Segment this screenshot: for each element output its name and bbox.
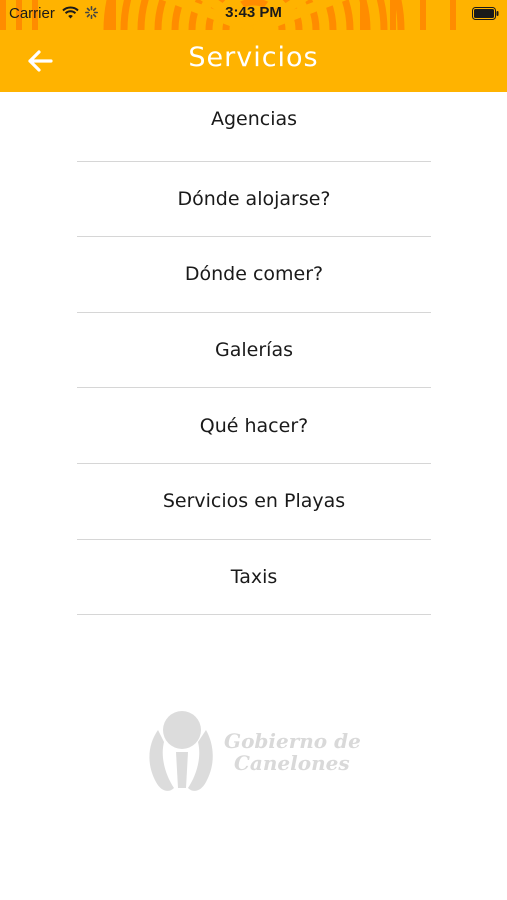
list-item-taxis[interactable]: Taxis	[77, 540, 431, 616]
page-title: Servicios	[188, 42, 319, 73]
list-item-servicios-en-playas[interactable]: Servicios en Playas	[77, 464, 431, 540]
gobierno-de-canelones-logo: Gobierno de Canelones	[146, 708, 366, 796]
status-bar: Carrier 3:43 PM	[0, 0, 507, 28]
list-item-donde-comer[interactable]: Dónde comer?	[77, 237, 431, 313]
list-item-agencias[interactable]: Agencias	[77, 92, 431, 162]
logo-text: Gobierno de Canelones	[224, 730, 374, 774]
app-header: Carrier 3:43 PM Servicios	[0, 0, 507, 92]
logo-line-1: Gobierno de	[224, 729, 361, 753]
status-time: 3:43 PM	[225, 4, 282, 21]
logo-line-2: Canelones	[234, 751, 350, 775]
battery-icon	[472, 7, 499, 20]
list-item-que-hacer[interactable]: Qué hacer?	[77, 388, 431, 464]
services-list: Agencias Dónde alojarse? Dónde comer? Ga…	[77, 92, 431, 616]
list-item-donde-alojarse[interactable]: Dónde alojarse?	[77, 162, 431, 238]
list-item-galerias[interactable]: Galerías	[77, 313, 431, 389]
screen: Carrier 3:43 PM Servicios Agencias Dónde…	[0, 0, 507, 900]
canelones-logo-mark-icon	[149, 711, 213, 791]
